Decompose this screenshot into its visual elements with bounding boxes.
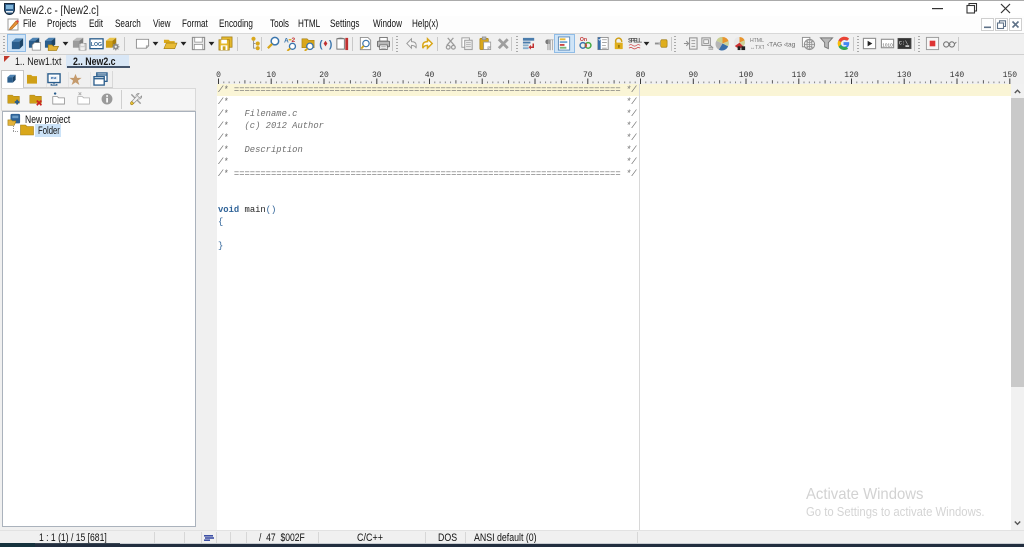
svg-text:150: 150 [1003, 71, 1018, 80]
svg-text:110: 110 [792, 71, 807, 80]
svg-text:(: ( [318, 39, 324, 51]
svg-text:60: 60 [530, 71, 540, 80]
svg-text:0: 0 [216, 71, 221, 80]
svg-text:1010: 1010 [882, 42, 893, 47]
svg-text:140: 140 [950, 71, 965, 80]
svg-text:20: 20 [319, 71, 329, 80]
svg-text:): ) [327, 39, 333, 51]
svg-text:10: 10 [266, 71, 276, 80]
svg-text:90: 90 [688, 71, 698, 80]
svg-text:↔TXT: ↔TXT [750, 45, 764, 51]
svg-text:SPELL: SPELL [628, 38, 642, 45]
svg-text:LOG: LOG [91, 42, 102, 48]
svg-text:40: 40 [425, 71, 435, 80]
svg-text:50: 50 [477, 71, 487, 80]
svg-text:70: 70 [583, 71, 593, 80]
svg-text:A: A [284, 38, 289, 45]
svg-text:130: 130 [897, 71, 912, 80]
svg-text:30: 30 [372, 71, 382, 80]
svg-text:80: 80 [636, 71, 646, 80]
svg-text:100: 100 [739, 71, 754, 80]
svg-text:HTML: HTML [750, 38, 764, 44]
svg-text:120: 120 [844, 71, 859, 80]
svg-text:‹tag: ‹tag [784, 41, 796, 48]
svg-text:‹TAG: ‹TAG [767, 41, 782, 48]
